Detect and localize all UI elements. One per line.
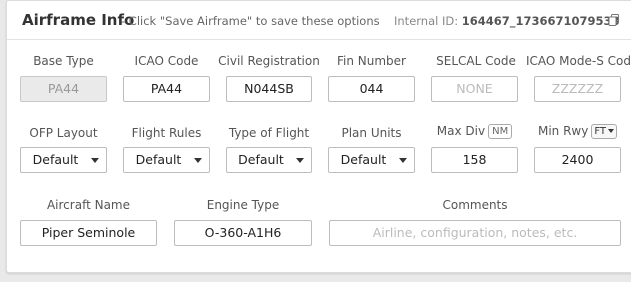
max-div-input[interactable]: 158	[431, 147, 518, 173]
fin-number-label: Fin Number	[337, 54, 406, 68]
type-of-flight-label: Type of Flight	[228, 126, 310, 140]
internal-id: Internal ID: 164467_1736671079538	[394, 14, 620, 28]
chevron-down-icon	[399, 158, 407, 163]
icao-code-label: ICAO Code	[134, 54, 199, 68]
chevron-down-icon	[194, 158, 202, 163]
copy-icon[interactable]	[608, 14, 620, 26]
comments-label: Comments	[442, 198, 508, 212]
panel-subtitle: - Click "Save Airframe" to save these op…	[121, 14, 380, 28]
min-rwy-unit-select[interactable]: FT	[591, 124, 618, 139]
type-of-flight-select[interactable]: Default	[226, 147, 312, 173]
base-type-label: Base Type	[33, 54, 94, 68]
flight-rules-select[interactable]: Default	[123, 147, 210, 173]
internal-id-value: 164467_1736671079538	[461, 14, 620, 28]
plan-units-label: Plan Units	[341, 126, 402, 140]
internal-id-label: Internal ID:	[394, 14, 459, 28]
aircraft-name-label: Aircraft Name	[46, 198, 131, 212]
aircraft-name-input[interactable]: Piper Seminole	[20, 220, 157, 246]
civil-registration-input[interactable]: N044SB	[226, 76, 312, 102]
type-of-flight-value: Default	[238, 152, 284, 167]
selcal-code-label: SELCAL Code	[436, 54, 516, 68]
min-rwy-label-text: Min Rwy	[537, 124, 589, 138]
panel-header: Airframe Info - Click "Save Airframe" to…	[7, 1, 631, 40]
chevron-down-icon	[91, 158, 99, 163]
base-type-input: PA44	[20, 76, 107, 102]
ofp-layout-value: Default	[32, 152, 79, 167]
panel-title: Airframe Info	[22, 11, 135, 29]
selcal-code-input[interactable]: NONE	[431, 76, 518, 102]
comments-input[interactable]: Airline, configuration, notes, etc.	[329, 220, 621, 246]
ofp-layout-label: OFP Layout	[29, 126, 98, 140]
ofp-layout-select[interactable]: Default	[20, 147, 107, 173]
engine-type-input[interactable]: O-360-A1H6	[174, 220, 312, 246]
icao-code-input[interactable]: PA44	[123, 76, 210, 102]
plan-units-value: Default	[340, 152, 387, 167]
max-div-label: Max Div NM	[426, 124, 523, 139]
chevron-down-icon	[296, 158, 304, 163]
max-div-unit-badge: NM	[488, 124, 513, 139]
min-rwy-unit-value: FT	[594, 126, 607, 137]
plan-units-select[interactable]: Default	[328, 147, 415, 173]
min-rwy-label: Min Rwy FT	[529, 124, 626, 139]
icao-modes-code-label: ICAO Mode-S Code	[526, 54, 631, 68]
max-div-label-text: Max Div	[436, 124, 486, 138]
flight-rules-value: Default	[135, 152, 182, 167]
flight-rules-label: Flight Rules	[131, 126, 202, 140]
fin-number-input[interactable]: 044	[328, 76, 415, 102]
min-rwy-input[interactable]: 2400	[534, 147, 621, 173]
chevron-down-icon	[608, 129, 615, 133]
engine-type-label: Engine Type	[206, 198, 280, 212]
icao-modes-code-input[interactable]: ZZZZZZ	[534, 76, 621, 102]
civil-registration-label: Civil Registration	[218, 54, 320, 68]
